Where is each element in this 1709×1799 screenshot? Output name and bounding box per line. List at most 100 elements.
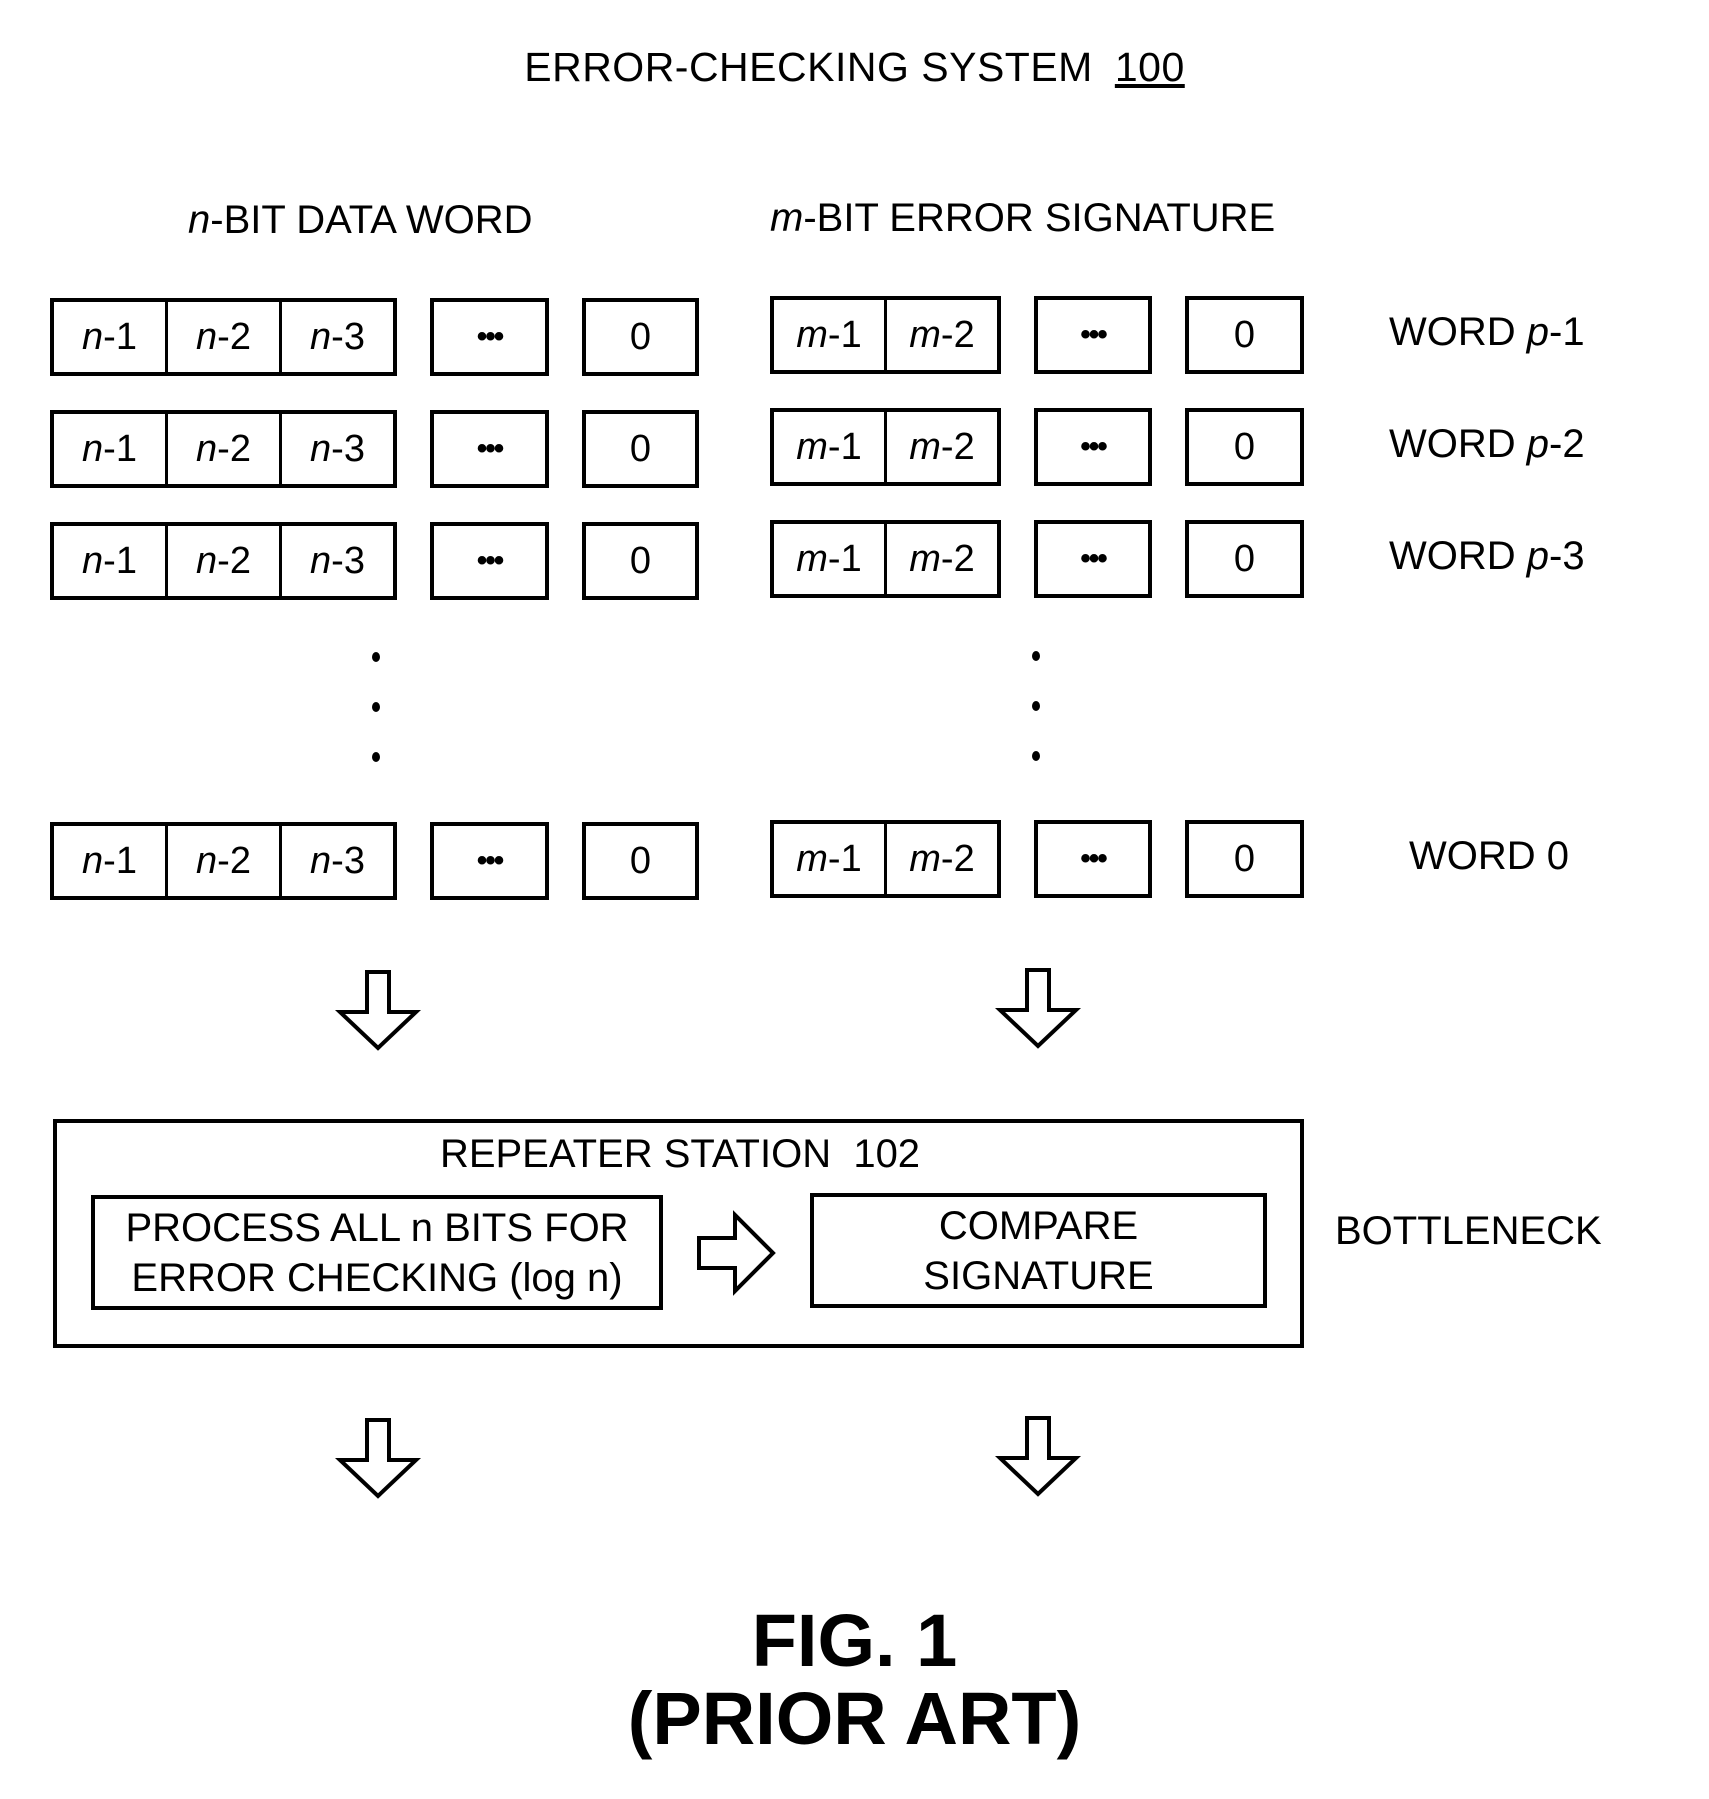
bit-cell-n-2: n -2 [165, 302, 279, 372]
bit-cell-m-2-suffix: -2 [940, 537, 975, 580]
continuation-dot [1032, 651, 1040, 661]
bit-cell-m-2-var: m [909, 837, 941, 880]
system-title: ERROR-CHECKING SYSTEM 100 [0, 44, 1709, 91]
bit-cell-n-1-suffix: -1 [103, 539, 137, 582]
down-arrow-icon [994, 968, 1082, 1049]
bit-cell-n-1-var: n [82, 427, 104, 470]
signature-header-text: -BIT ERROR SIGNATURE [803, 196, 1276, 240]
bit-cell-n-3: n -3 [279, 826, 393, 896]
compare-signature-box: COMPARE SIGNATURE [810, 1193, 1267, 1308]
word-label-var: p [1526, 534, 1550, 578]
data-word-ellipsis-cell: ••• [430, 298, 549, 376]
signature-ellipsis-cell: ••• [1034, 520, 1152, 598]
word-label-prefix: WORD [1389, 310, 1527, 354]
bit-cell-n-1-var: n [82, 839, 104, 882]
data-word-bits: n -1 n -2 n -3 [50, 822, 397, 900]
signature-bit-0-cell: 0 [1185, 520, 1304, 598]
data-word-bits: n -1 n -2 n -3 [50, 298, 397, 376]
bit-cell-n-3: n -3 [279, 414, 393, 484]
process-bits-line1: PROCESS ALL n BITS FOR [125, 1205, 629, 1250]
bit-cell-n-1-var: n [82, 539, 104, 582]
bit-cell-m-1: m -1 [774, 824, 884, 894]
data-word-header-text: -BIT DATA WORD [210, 198, 533, 242]
data-word-ellipsis-cell: ••• [430, 822, 549, 900]
data-word-bit-0-cell: 0 [582, 298, 699, 376]
bit-cell-n-3: n -3 [279, 302, 393, 372]
bit-cell-m-2-var: m [909, 313, 941, 356]
bit-cell-n-2-var: n [196, 315, 218, 358]
continuation-dot [372, 702, 380, 712]
data-word-bits: n -1 n -2 n -3 [50, 522, 397, 600]
bit-cell-m-2-var: m [909, 425, 941, 468]
data-word-ellipsis-cell: ••• [430, 410, 549, 488]
signature-ellipsis-cell: ••• [1034, 408, 1152, 486]
figure-note: (PRIOR ART) [627, 1677, 1082, 1760]
bit-cell-m-1-var: m [796, 425, 828, 468]
compare-signature-line1: COMPARE [938, 1203, 1139, 1248]
system-ref-number: 100 [1114, 44, 1185, 90]
bit-cell-n-1-suffix: -1 [103, 427, 137, 470]
right-arrow-icon [697, 1210, 776, 1296]
data-word-header-var: n [188, 198, 211, 242]
signature-bits: m -1 m -2 [770, 520, 1001, 598]
signature-header: m-BIT ERROR SIGNATURE [770, 196, 1275, 241]
bit-cell-m-1-suffix: -1 [827, 837, 862, 880]
continuation-dot [1032, 701, 1040, 711]
bit-cell-n-1: n -1 [54, 414, 165, 484]
signature-header-var: m [770, 196, 804, 240]
bit-cell-n-1-suffix: -1 [103, 315, 137, 358]
data-word-bits: n -1 n -2 n -3 [50, 410, 397, 488]
data-word-ellipsis-cell: ••• [430, 522, 549, 600]
bit-cell-n-2-suffix: -2 [217, 315, 251, 358]
word-label: WORD 0 [1409, 834, 1569, 879]
signature-bit-0-cell: 0 [1185, 408, 1304, 486]
word-label: WORD p-3 [1389, 534, 1585, 579]
word-label-prefix: WORD 0 [1409, 834, 1569, 878]
repeater-station-title: REPEATER STATION 102 [439, 1132, 921, 1176]
word-label-suffix: -1 [1549, 310, 1585, 354]
continuation-dot [1032, 751, 1040, 761]
bit-cell-m-1: m -1 [774, 412, 884, 482]
bit-cell-m-1-suffix: -1 [827, 313, 862, 356]
bit-cell-m-1: m -1 [774, 300, 884, 370]
continuation-dot [372, 752, 380, 762]
bit-cell-m-1-var: m [796, 313, 828, 356]
word-label-var: p [1526, 422, 1550, 466]
bit-cell-n-2-suffix: -2 [217, 839, 251, 882]
bit-cell-n-3-suffix: -3 [331, 427, 365, 470]
bit-cell-m-2: m -2 [884, 824, 997, 894]
word-label-prefix: WORD [1389, 534, 1527, 578]
signature-bits: m -1 m -2 [770, 820, 1001, 898]
bit-cell-m-2-var: m [909, 537, 941, 580]
data-word-bit-0-cell: 0 [582, 410, 699, 488]
bit-cell-m-2-suffix: -2 [940, 313, 975, 356]
bit-cell-n-1: n -1 [54, 526, 165, 596]
bit-cell-n-2: n -2 [165, 526, 279, 596]
bit-cell-m-1: m -1 [774, 524, 884, 594]
signature-bits: m -1 m -2 [770, 408, 1001, 486]
bit-cell-n-3-var: n [310, 427, 332, 470]
bit-cell-m-1-var: m [796, 837, 828, 880]
system-title-text: ERROR-CHECKING SYSTEM [524, 44, 1093, 90]
data-word-bit-0-cell: 0 [582, 822, 699, 900]
bit-cell-m-1-suffix: -1 [827, 425, 862, 468]
bit-cell-n-2-suffix: -2 [217, 427, 251, 470]
bit-cell-n-2: n -2 [165, 414, 279, 484]
word-label: WORD p-1 [1389, 310, 1585, 355]
bit-cell-m-2: m -2 [884, 412, 997, 482]
bit-cell-n-1: n -1 [54, 826, 165, 896]
word-label-var: p [1526, 310, 1550, 354]
continuation-dot [372, 652, 380, 662]
bit-cell-n-3-var: n [310, 839, 332, 882]
compare-signature-line2: SIGNATURE [923, 1253, 1154, 1298]
signature-bit-0-cell: 0 [1185, 820, 1304, 898]
word-label-suffix: -2 [1549, 422, 1585, 466]
bit-cell-n-2: n -2 [165, 826, 279, 896]
word-label: WORD p-2 [1389, 422, 1585, 467]
bit-cell-m-1-var: m [796, 537, 828, 580]
signature-bit-0-cell: 0 [1185, 296, 1304, 374]
bit-cell-n-3-var: n [310, 315, 332, 358]
bit-cell-n-3-suffix: -3 [331, 839, 365, 882]
process-bits-line2: ERROR CHECKING (log n) [131, 1255, 623, 1300]
bit-cell-n-3-suffix: -3 [331, 315, 365, 358]
